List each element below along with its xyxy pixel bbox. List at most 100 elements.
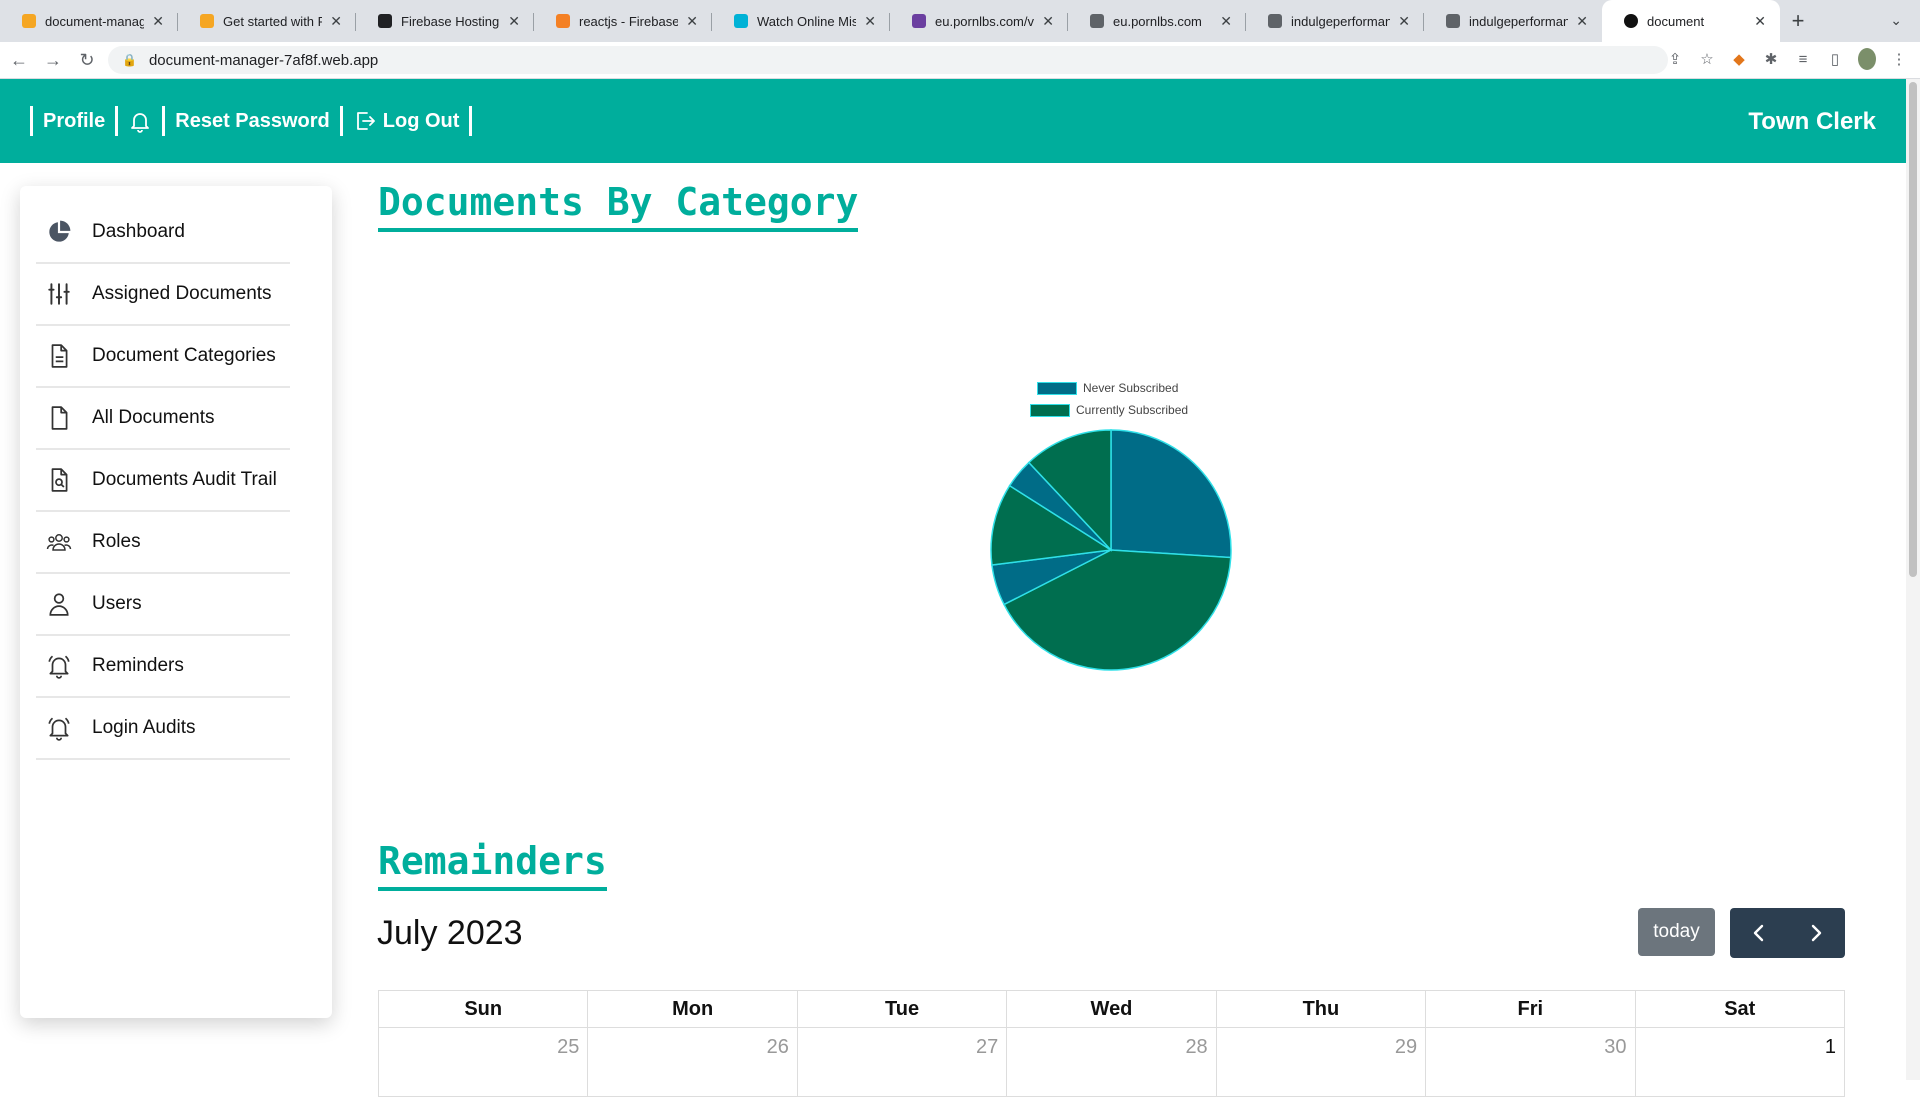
tab-title: eu.pornlbs.com/view: [935, 13, 1034, 29]
tab-close-icon[interactable]: ✕: [330, 13, 342, 30]
weekday-header-row: Sun Mon Tue Wed Thu Fri Sat: [377, 990, 1846, 1028]
tab-close-icon[interactable]: ✕: [1042, 13, 1054, 30]
sidebar: Dashboard Assigned Documents Document Ca…: [20, 186, 332, 1018]
back-arrow-icon[interactable]: ←: [4, 50, 34, 71]
document-icon: [46, 405, 72, 431]
legend-swatch: [1030, 403, 1070, 417]
calendar-day-cell[interactable]: 27: [796, 1027, 1008, 1097]
brand-title: Town Clerk: [1748, 108, 1876, 135]
pie-slice[interactable]: [1110, 429, 1232, 559]
address-bar[interactable]: 🔒 document-manager-7af8f.web.app: [108, 46, 1668, 74]
chevron-left-icon: [1753, 924, 1763, 942]
weekday-header: Fri: [1425, 990, 1636, 1028]
next-month-button[interactable]: [1788, 908, 1846, 958]
calendar-week-row: 25 26 27 28 29 30 1: [377, 1027, 1846, 1097]
reminders-title: Remainders: [378, 840, 607, 891]
metamask-fox-icon[interactable]: ◆: [1730, 50, 1748, 68]
calendar-day-cell[interactable]: 29: [1215, 1027, 1427, 1097]
sidebar-item-label: Roles: [92, 531, 141, 552]
extensions-puzzle-icon[interactable]: ✱: [1762, 50, 1780, 68]
profile-link-label: Profile: [43, 109, 106, 132]
reading-list-icon[interactable]: ≡: [1794, 51, 1812, 68]
tab-close-icon[interactable]: ✕: [686, 13, 698, 30]
sidebar-item-users[interactable]: Users: [36, 574, 290, 636]
page-scrollbar-thumb[interactable]: [1909, 82, 1917, 577]
tab-title: document-manager: [45, 13, 145, 29]
tab-close-icon[interactable]: ✕: [1220, 13, 1232, 30]
tab-close-icon[interactable]: ✕: [1754, 13, 1766, 30]
calendar-nav-buttons: [1730, 908, 1845, 958]
browser-tab[interactable]: eu.pornlbs.com ✕: [1068, 0, 1246, 42]
browser-tab[interactable]: indulgeperformance ✕: [1424, 0, 1602, 42]
sidebar-item-label: Dashboard: [92, 221, 185, 242]
reload-icon[interactable]: ↻: [72, 50, 102, 71]
forward-arrow-icon[interactable]: →: [38, 50, 68, 71]
log-out-link[interactable]: Log Out: [343, 109, 470, 133]
weekday-header: Sat: [1634, 990, 1846, 1028]
person-icon: [46, 591, 72, 617]
bell-icon: [46, 715, 72, 741]
bookmark-star-icon[interactable]: ☆: [1698, 50, 1716, 68]
browser-tab-strip: document-manager ✕ Get started with Fire…: [0, 0, 1920, 42]
share-icon[interactable]: ⇪: [1666, 50, 1684, 68]
browser-tab[interactable]: eu.pornlbs.com/view ✕: [890, 0, 1068, 42]
bell-icon: [46, 653, 72, 679]
browser-tab-active[interactable]: document ✕: [1602, 0, 1780, 42]
browser-toolbar: ← → ↻ 🔒 document-manager-7af8f.web.app ⇪…: [0, 42, 1920, 79]
header-nav: Profile Reset Password Log Out: [30, 106, 473, 136]
sidebar-item-label: Reminders: [92, 655, 184, 676]
sidebar-item-login-audits[interactable]: Login Audits: [36, 698, 290, 760]
legend-item-currently-subscribed[interactable]: Currently Subscribed: [1030, 403, 1188, 417]
profile-avatar-icon[interactable]: [1858, 48, 1876, 70]
browser-tab[interactable]: reactjs - Firebase Ho ✕: [534, 0, 712, 42]
tab-close-icon[interactable]: ✕: [864, 13, 876, 30]
side-panel-icon[interactable]: ▯: [1826, 50, 1844, 68]
sidebar-item-label: Documents Audit Trail: [92, 469, 277, 490]
stackoverflow-favicon-icon: [556, 14, 570, 28]
reset-password-link[interactable]: Reset Password: [165, 110, 340, 133]
calendar-day-cell[interactable]: 25: [377, 1027, 589, 1097]
sidebar-item-roles[interactable]: Roles: [36, 512, 290, 574]
log-out-label: Log Out: [382, 109, 460, 132]
github-favicon-icon: [378, 14, 392, 28]
browser-menu-icon[interactable]: ⋮: [1890, 50, 1908, 68]
today-button[interactable]: today: [1638, 908, 1715, 956]
prev-month-button[interactable]: [1730, 908, 1788, 958]
browser-tab[interactable]: Firebase Hosting - V ✕: [356, 0, 534, 42]
sidebar-item-label: Document Categories: [92, 345, 276, 366]
notifications-button[interactable]: [118, 109, 162, 133]
tab-close-icon[interactable]: ✕: [152, 13, 164, 30]
tab-title: indulgeperformance: [1469, 13, 1569, 29]
sidebar-item-assigned-documents[interactable]: Assigned Documents: [36, 264, 290, 326]
weekday-header: Thu: [1215, 990, 1427, 1028]
weekday-header: Tue: [796, 990, 1008, 1028]
tab-search-chevron-icon[interactable]: ⌄: [1890, 12, 1902, 29]
tab-title: document: [1647, 13, 1705, 29]
calendar-day-cell[interactable]: 30: [1425, 1027, 1636, 1097]
legend-item-never-subscribed[interactable]: Never Subscribed: [1037, 381, 1178, 395]
reset-password-label: Reset Password: [175, 109, 330, 132]
calendar-day-cell[interactable]: 1: [1634, 1027, 1846, 1097]
site-favicon-icon: [912, 14, 926, 28]
calendar-day-cell[interactable]: 28: [1006, 1027, 1217, 1097]
sidebar-item-documents-audit-trail[interactable]: Documents Audit Trail: [36, 450, 290, 512]
tab-close-icon[interactable]: ✕: [1398, 13, 1410, 30]
sidebar-item-reminders[interactable]: Reminders: [36, 636, 290, 698]
browser-tab[interactable]: indulgeperformance ✕: [1246, 0, 1424, 42]
browser-tab[interactable]: Watch Online Missio ✕: [712, 0, 890, 42]
sidebar-item-all-documents[interactable]: All Documents: [36, 388, 290, 450]
tab-title: indulgeperformance: [1291, 13, 1391, 29]
calendar-day-cell[interactable]: 26: [587, 1027, 798, 1097]
calendar-month-title: July 2023: [377, 914, 523, 952]
firebase-favicon-icon: [200, 14, 214, 28]
tab-close-icon[interactable]: ✕: [1576, 13, 1588, 30]
browser-tab[interactable]: document-manager ✕: [0, 0, 178, 42]
sidebar-item-dashboard[interactable]: Dashboard: [36, 202, 290, 264]
tab-close-icon[interactable]: ✕: [508, 13, 520, 30]
legend-swatch: [1037, 381, 1077, 395]
new-tab-icon[interactable]: +: [1780, 0, 1816, 42]
profile-link[interactable]: Profile: [33, 110, 115, 133]
sidebar-item-document-categories[interactable]: Document Categories: [36, 326, 290, 388]
browser-tab[interactable]: Get started with Fire ✕: [178, 0, 356, 42]
globe-favicon-icon: [1090, 14, 1104, 28]
